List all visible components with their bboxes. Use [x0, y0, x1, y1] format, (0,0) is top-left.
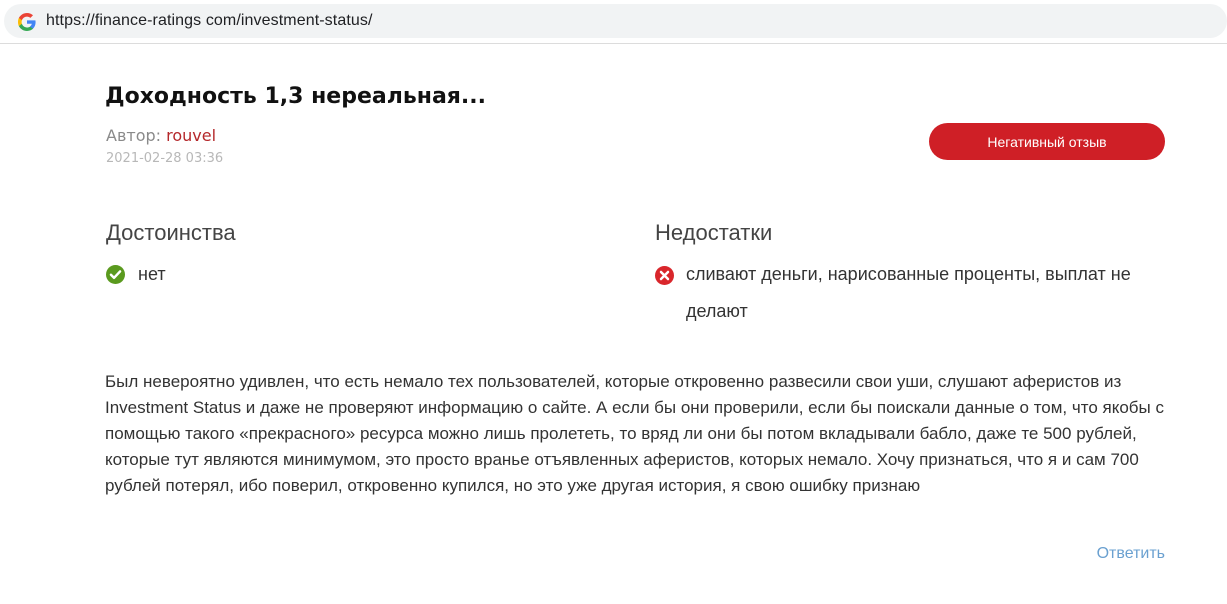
review-body: Был невероятно удивлен, что есть немало … — [105, 372, 1164, 495]
x-circle-icon — [655, 266, 674, 285]
url-text: https://finance-ratings com/investment-s… — [46, 12, 373, 29]
reply-link[interactable]: Ответить — [1097, 545, 1165, 563]
author-name-link[interactable]: rouvel — [166, 126, 216, 145]
pros-item: нет — [138, 264, 166, 284]
pros-heading: Достоинства — [106, 220, 236, 245]
url-field[interactable]: https://finance-ratings com/investment-s… — [4, 4, 1227, 38]
author-line: Автор: rouvel — [106, 126, 216, 145]
google-g-icon — [18, 13, 36, 31]
browser-address-bar: https://finance-ratings com/investment-s… — [0, 0, 1227, 44]
check-circle-icon — [106, 265, 125, 284]
cons-item: сливают деньги, нарисованные проценты, в… — [686, 264, 1131, 321]
review-date: 2021-02-28 03:36 — [106, 151, 224, 166]
review-title: Доходность 1,3 нереальная... — [105, 84, 486, 109]
cons-heading: Недостатки — [655, 220, 773, 245]
negative-review-badge[interactable]: Негативный отзыв — [929, 123, 1165, 160]
author-label: Автор: — [106, 126, 167, 145]
